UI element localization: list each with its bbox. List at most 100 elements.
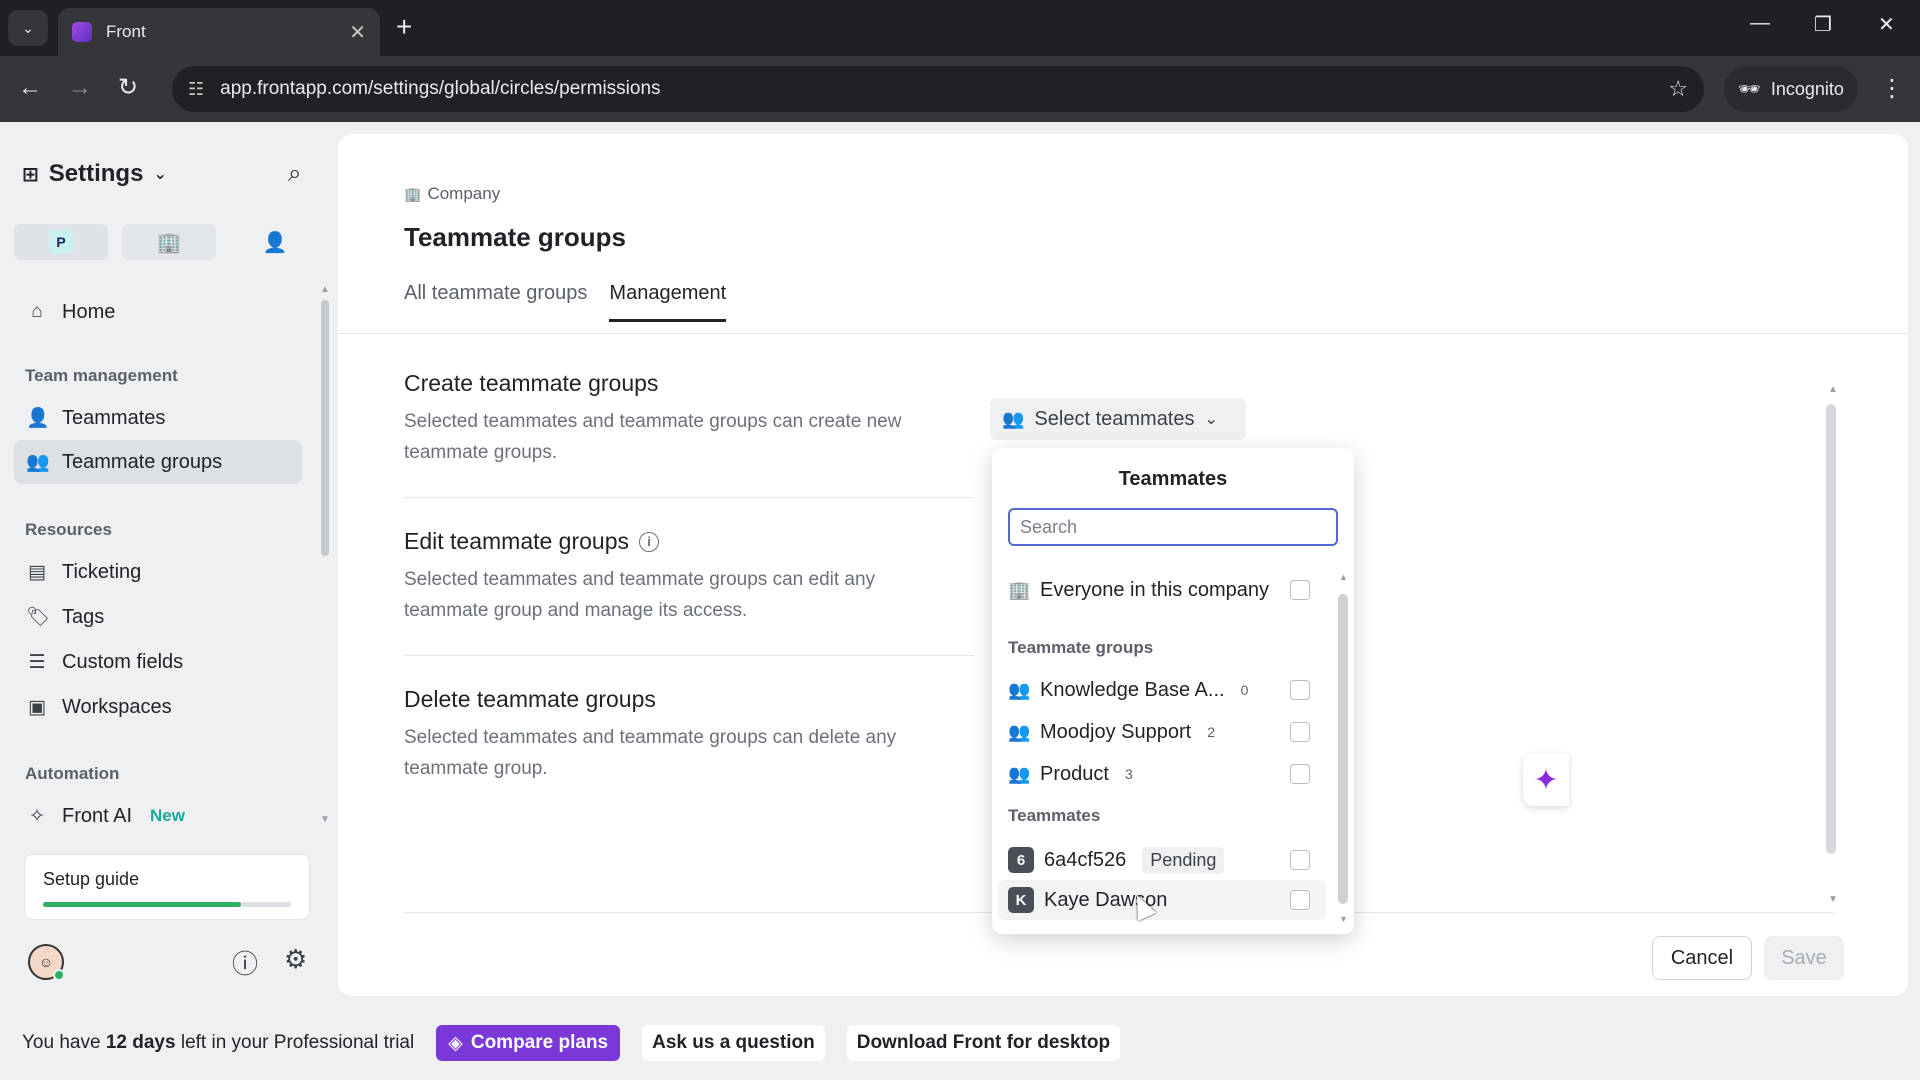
- checkbox[interactable]: [1290, 680, 1310, 700]
- setup-guide-card[interactable]: Setup guide: [24, 854, 310, 920]
- setup-guide-label: Setup guide: [43, 869, 140, 889]
- teammate-avatar: K: [1008, 887, 1034, 913]
- select-teammates-button[interactable]: 👥 Select teammates ⌄: [990, 398, 1246, 440]
- cancel-button[interactable]: Cancel: [1652, 936, 1752, 980]
- scroll-up-icon[interactable]: ▲: [1828, 384, 1838, 395]
- sidebar-item-label: Ticketing: [62, 560, 142, 583]
- tab-all-teammate-groups[interactable]: All teammate groups: [404, 282, 587, 322]
- search-input[interactable]: [1008, 508, 1338, 546]
- sparkle-icon: ✧: [29, 805, 45, 827]
- site-info-icon[interactable]: ☷: [188, 79, 204, 100]
- diamond-icon: ◈: [448, 1032, 463, 1054]
- scroll-up-icon[interactable]: ▲: [320, 284, 330, 295]
- help-icon[interactable]: ⓘ: [232, 944, 258, 981]
- option-group[interactable]: 👥 Knowledge Base A... 0: [998, 670, 1326, 710]
- sidebar-item-label: Teammate groups: [62, 450, 223, 473]
- trial-message: You have 12 days left in your Profession…: [22, 1032, 414, 1054]
- edit-section-desc: Selected teammates and teammate groups c…: [404, 569, 876, 621]
- tag-icon: 🏷: [26, 607, 51, 628]
- setup-progress-fill: [43, 902, 242, 907]
- front-ai-sparkle-button[interactable]: ✦: [1523, 754, 1569, 806]
- teammates-dropdown: Teammates 🏢 Everyone in this company Tea…: [992, 448, 1354, 934]
- sidebar-item-front-ai[interactable]: ✧ Front AI New: [14, 794, 302, 838]
- close-window-icon[interactable]: ✕: [1878, 12, 1895, 37]
- home-icon: ⌂: [31, 301, 43, 322]
- search-icon[interactable]: ⌕: [288, 160, 301, 188]
- personal-toggle[interactable]: P: [14, 224, 108, 260]
- trial-prefix: You have: [22, 1032, 101, 1053]
- sidebar-item-label: Tags: [62, 605, 105, 628]
- info-icon[interactable]: i: [639, 531, 660, 552]
- reload-icon[interactable]: ↻: [118, 74, 138, 102]
- option-teammate[interactable]: K Kaye Dawson: [998, 880, 1326, 920]
- building-icon: 🏢: [156, 231, 182, 254]
- minimize-icon[interactable]: —: [1750, 12, 1770, 35]
- browser-tab[interactable]: Front ✕: [58, 8, 380, 56]
- sidebar-scrollbar[interactable]: [321, 300, 329, 556]
- delete-section-desc: Selected teammates and teammate groups c…: [404, 727, 897, 779]
- front-favicon-icon: [72, 22, 92, 42]
- checkbox[interactable]: [1290, 722, 1310, 742]
- incognito-indicator[interactable]: 🕶 Incognito: [1724, 66, 1858, 112]
- profile-toggle[interactable]: 👤: [228, 224, 322, 260]
- sidebar-item-teammate-groups[interactable]: 👥 Teammate groups: [14, 440, 302, 484]
- scroll-down-icon[interactable]: ▼: [320, 814, 330, 825]
- select-teammates-label: Select teammates: [1034, 407, 1195, 430]
- new-tab-button[interactable]: +: [396, 12, 412, 42]
- online-status-dot: [53, 969, 65, 981]
- option-group[interactable]: 👥 Moodjoy Support 2: [998, 712, 1326, 752]
- scroll-up-icon[interactable]: ▲: [1339, 572, 1348, 582]
- trial-days: 12 days: [105, 1032, 176, 1053]
- ask-question-button[interactable]: Ask us a question: [642, 1025, 825, 1061]
- scroll-down-icon[interactable]: ▼: [1339, 914, 1348, 924]
- user-icon: 👤: [26, 408, 50, 429]
- avatar[interactable]: ☺: [28, 944, 65, 981]
- compare-plans-button[interactable]: ◈ Compare plans: [436, 1025, 621, 1061]
- star-icon[interactable]: ☆: [1668, 76, 1688, 102]
- save-button[interactable]: Save: [1764, 936, 1844, 980]
- compare-plans-label: Compare plans: [470, 1032, 609, 1053]
- sidebar-item-teammates[interactable]: 👤 Teammates: [14, 396, 302, 440]
- trial-banner: You have 12 days left in your Profession…: [0, 1006, 1920, 1080]
- dropdown-scrollbar[interactable]: [1338, 594, 1348, 904]
- option-teammate[interactable]: 6 6a4cf526 Pending: [998, 840, 1326, 880]
- back-icon[interactable]: ←: [18, 74, 42, 102]
- menu-icon[interactable]: ⋮: [1880, 74, 1904, 103]
- sidebar-item-ticketing[interactable]: ▤ Ticketing: [14, 550, 302, 594]
- tab-list-button[interactable]: ⌄: [8, 10, 48, 46]
- sidebar-item-label: Teammates: [62, 406, 166, 429]
- breadcrumb[interactable]: 🏢 Company: [404, 184, 500, 204]
- scroll-down-icon[interactable]: ▼: [1828, 894, 1838, 905]
- checkbox[interactable]: [1290, 890, 1310, 910]
- gear-icon[interactable]: ⚙: [284, 944, 307, 975]
- settings-menu[interactable]: ⊞ Settings ⌄: [22, 160, 167, 188]
- section-divider: [404, 655, 974, 656]
- ticket-icon: ▤: [28, 561, 46, 583]
- option-everyone[interactable]: 🏢 Everyone in this company: [998, 570, 1326, 610]
- users-icon: 👥: [1002, 408, 1025, 429]
- option-group[interactable]: 👥 Product 3: [998, 754, 1326, 794]
- company-toggle[interactable]: 🏢: [122, 224, 216, 260]
- sidebar-title: Settings: [48, 160, 144, 187]
- group-name: Moodjoy Support: [1040, 720, 1192, 743]
- main-scrollbar[interactable]: [1826, 404, 1836, 854]
- checkbox[interactable]: [1290, 580, 1310, 600]
- address-bar[interactable]: ☷ app.frontapp.com/settings/global/circl…: [172, 66, 1704, 112]
- restore-icon[interactable]: ❐: [1814, 12, 1832, 37]
- checkbox[interactable]: [1290, 850, 1310, 870]
- tab-management[interactable]: Management: [609, 282, 727, 322]
- building-icon: 🏢: [404, 185, 422, 202]
- section-divider: [404, 497, 974, 498]
- forward-icon[interactable]: →: [68, 74, 92, 102]
- incognito-label: Incognito: [1770, 78, 1844, 99]
- setup-progress-track: [43, 902, 291, 907]
- download-desktop-button[interactable]: Download Front for desktop: [846, 1025, 1121, 1061]
- sidebar-item-tags[interactable]: 🏷 Tags: [14, 595, 302, 639]
- trial-suffix: left in your Professional trial: [180, 1032, 415, 1053]
- sidebar-item-custom-fields[interactable]: ☰ Custom fields: [14, 640, 302, 684]
- sidebar-item-workspaces[interactable]: ▣ Workspaces: [14, 685, 302, 729]
- close-icon[interactable]: ✕: [349, 20, 366, 45]
- checkbox[interactable]: [1290, 764, 1310, 784]
- pending-badge: Pending: [1142, 846, 1225, 874]
- sidebar-item-home[interactable]: ⌂ Home: [14, 290, 302, 334]
